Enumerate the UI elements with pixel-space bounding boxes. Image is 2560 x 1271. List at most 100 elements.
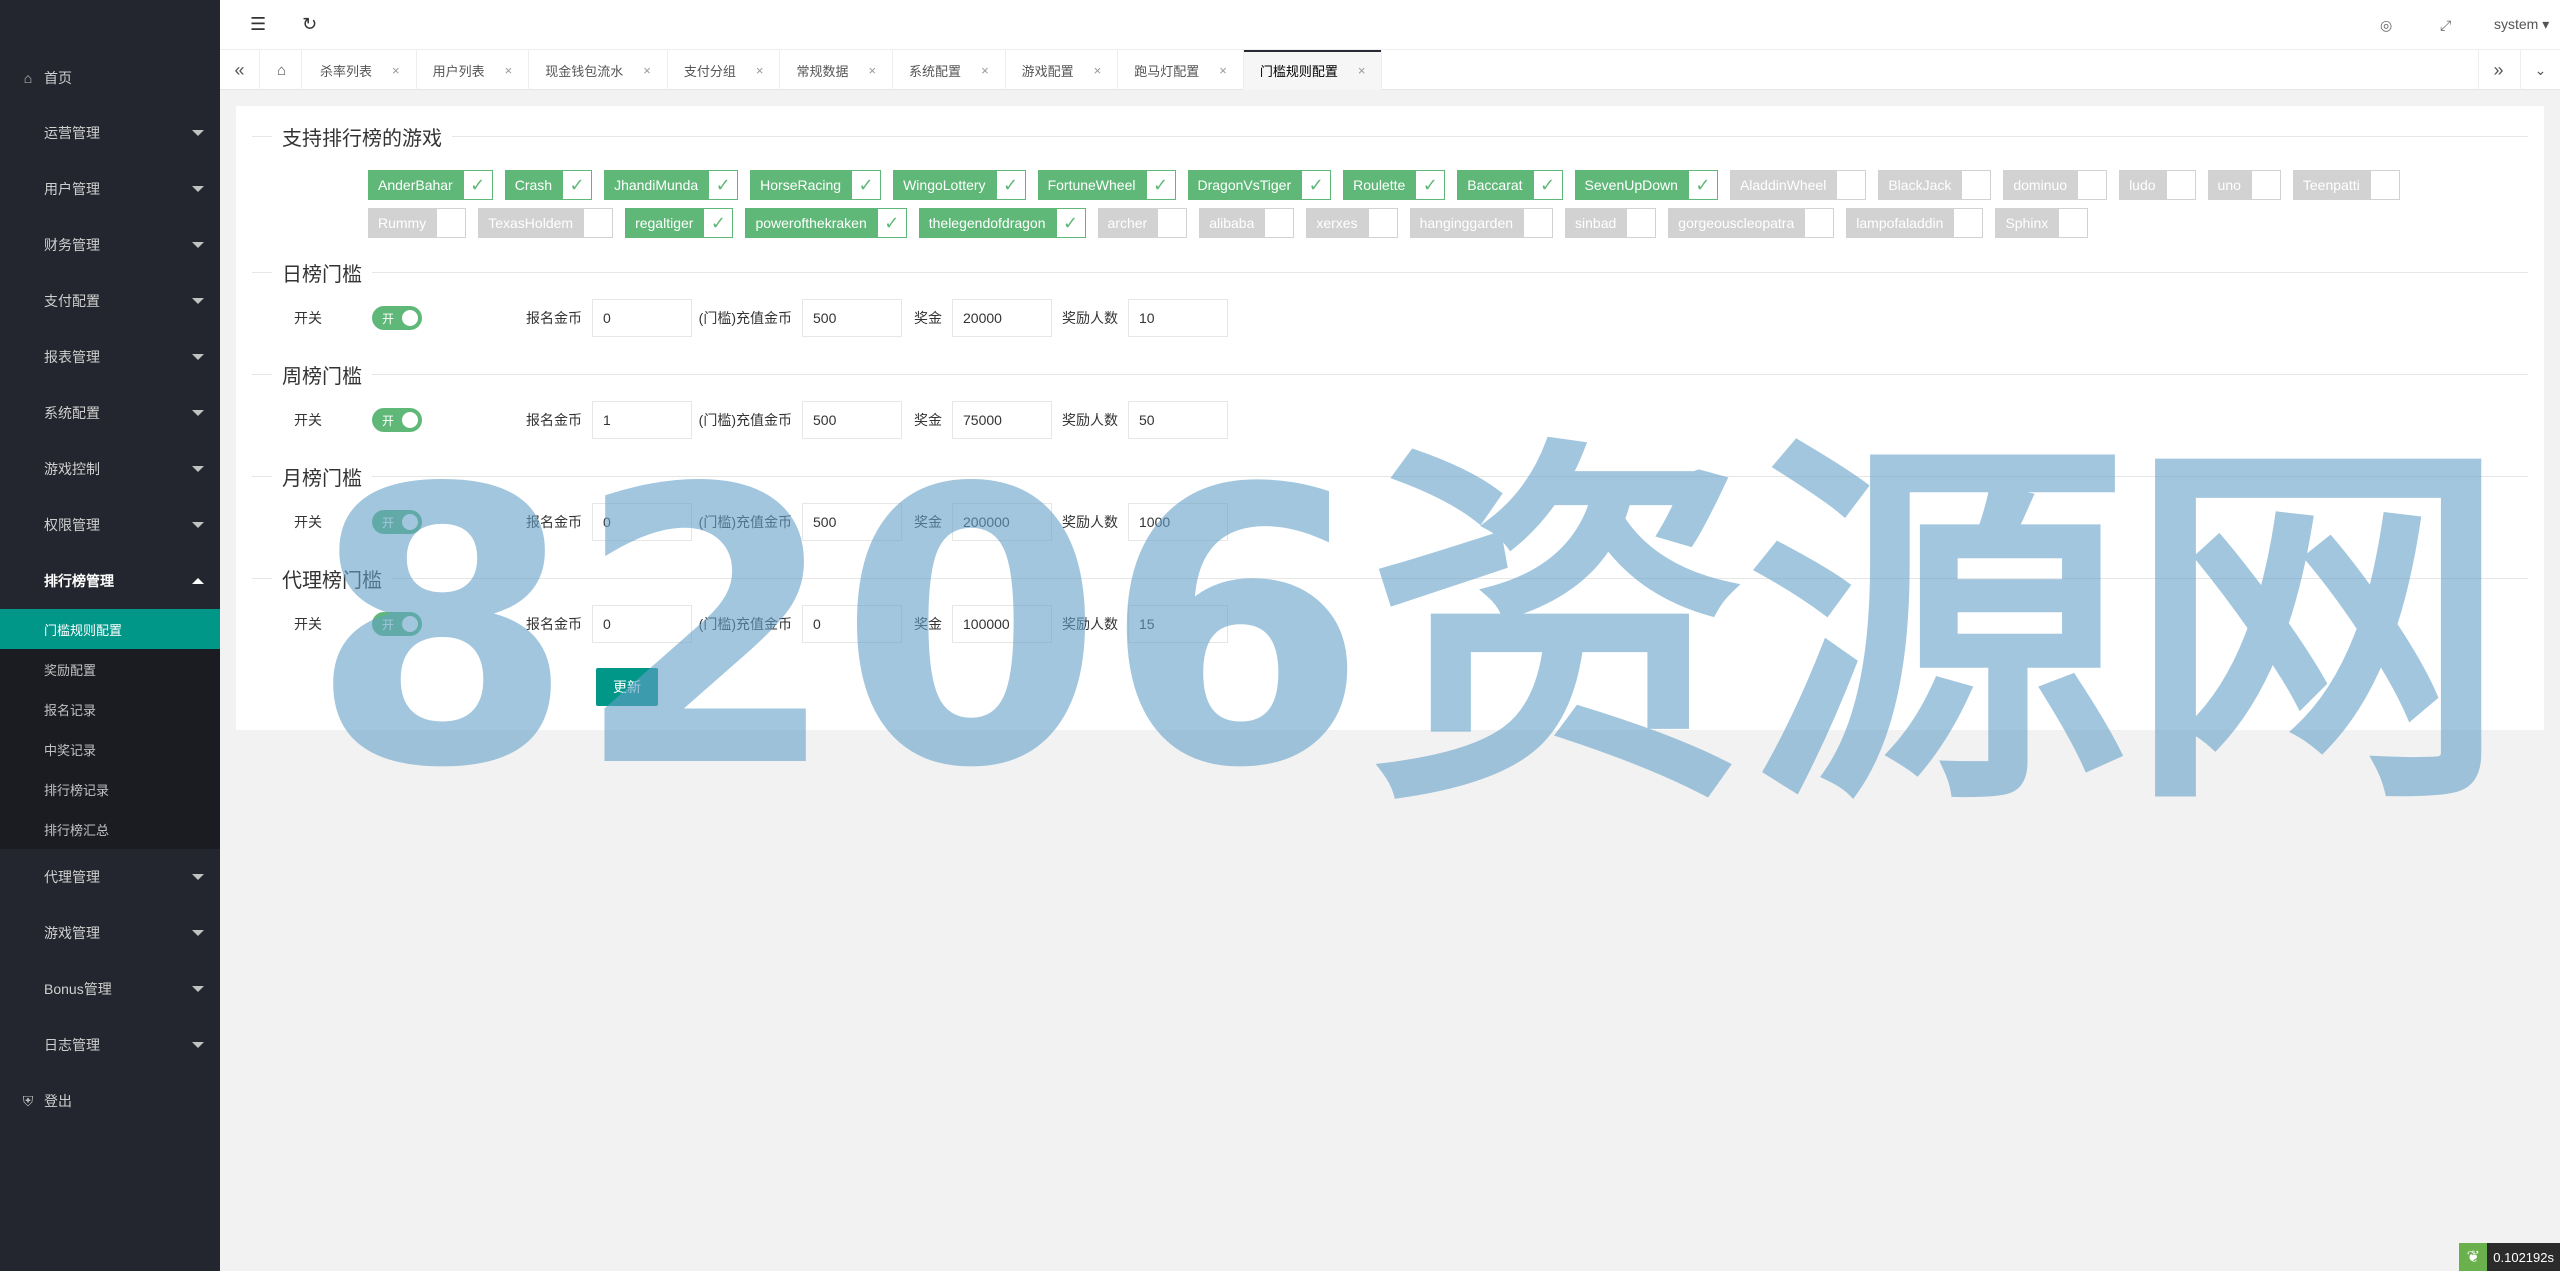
submenu-item-1[interactable]: 奖励配置 [0, 649, 220, 689]
tab-3[interactable]: 支付分组 × [668, 50, 781, 90]
sidebar-item-7[interactable]: 权限管理 [0, 497, 220, 553]
sidebar-item-after-0[interactable]: 代理管理 [0, 849, 220, 905]
enable-switch[interactable]: 开 [372, 306, 422, 330]
update-button[interactable]: 更新 [596, 668, 658, 706]
close-icon[interactable]: × [643, 63, 651, 78]
game-checkbox[interactable]: ludo [2119, 170, 2196, 200]
submenu-item-3[interactable]: 中奖记录 [0, 729, 220, 769]
close-icon[interactable]: × [868, 63, 876, 78]
close-icon[interactable]: × [1094, 63, 1102, 78]
game-checkbox[interactable]: Sphinx [1995, 208, 2089, 238]
recharge-input[interactable] [802, 401, 902, 439]
tab-1[interactable]: 用户列表 × [417, 50, 530, 90]
game-checkbox[interactable]: Roulette ✓ [1343, 170, 1446, 200]
game-checkbox[interactable]: uno [2207, 170, 2281, 200]
tab-home-icon[interactable]: ⌂ [262, 50, 302, 90]
game-checkbox[interactable]: Rummy [368, 208, 467, 238]
game-checkbox[interactable]: Crash ✓ [504, 170, 593, 200]
game-checkbox[interactable]: HorseRacing ✓ [750, 170, 882, 200]
theme-icon[interactable]: ◎ [2380, 17, 2392, 34]
game-checkbox[interactable]: SevenUpDown ✓ [1574, 170, 1718, 200]
sidebar-item-1[interactable]: 用户管理 [0, 161, 220, 217]
close-icon[interactable]: × [392, 63, 400, 78]
submenu-item-5[interactable]: 排行榜汇总 [0, 809, 220, 849]
game-checkbox[interactable]: TexasHoldem [478, 208, 614, 238]
tabs-scroll-right-icon[interactable]: » [2478, 50, 2518, 90]
game-checkbox[interactable]: Baccarat ✓ [1457, 170, 1563, 200]
game-checkbox[interactable]: Teenpatti [2292, 170, 2400, 200]
game-checkbox[interactable]: archer [1097, 208, 1188, 238]
close-icon[interactable]: × [756, 63, 764, 78]
sidebar-item-2[interactable]: 财务管理 [0, 217, 220, 273]
close-icon[interactable]: × [1358, 63, 1366, 78]
tab-0[interactable]: 杀率列表 × [304, 50, 417, 90]
prize-input[interactable] [952, 503, 1052, 541]
winners-input[interactable] [1128, 605, 1228, 643]
signup-coins-input[interactable] [592, 401, 692, 439]
sidebar-item-3[interactable]: 支付配置 [0, 273, 220, 329]
check-icon: ✓ [1301, 170, 1332, 200]
sidebar-item-logout[interactable]: ⛨ 登出 [0, 1073, 220, 1129]
enable-switch[interactable]: 开 [372, 510, 422, 534]
refresh-icon[interactable]: ↻ [302, 14, 317, 35]
game-checkbox[interactable]: BlackJack [1878, 170, 1992, 200]
submenu-item-4[interactable]: 排行榜记录 [0, 769, 220, 809]
game-checkbox[interactable]: thelegendofdragon ✓ [918, 208, 1086, 238]
recharge-input[interactable] [802, 605, 902, 643]
winners-input[interactable] [1128, 503, 1228, 541]
enable-switch[interactable]: 开 [372, 612, 422, 636]
game-checkbox[interactable]: alibaba [1199, 208, 1295, 238]
sidebar-item-leaderboard[interactable]: 排行榜管理 [0, 553, 220, 609]
signup-coins-input[interactable] [592, 605, 692, 643]
sidebar-item-0[interactable]: 运营管理 [0, 105, 220, 161]
sidebar-item-6[interactable]: 游戏控制 [0, 441, 220, 497]
prize-input[interactable] [952, 299, 1052, 337]
prize-input[interactable] [952, 605, 1052, 643]
sidebar-item-after-1[interactable]: 游戏管理 [0, 905, 220, 961]
game-checkbox[interactable]: AnderBahar ✓ [368, 170, 493, 200]
submenu-item-2[interactable]: 报名记录 [0, 689, 220, 729]
close-icon[interactable]: × [1219, 63, 1227, 78]
game-checkbox[interactable]: xerxes [1306, 208, 1398, 238]
game-checkbox[interactable]: FortuneWheel ✓ [1037, 170, 1176, 200]
enable-switch[interactable]: 开 [372, 408, 422, 432]
tab-4[interactable]: 常规数据 × [780, 50, 894, 90]
menu-toggle-icon[interactable]: ☰ [250, 14, 266, 35]
winners-input[interactable] [1128, 299, 1228, 337]
sidebar-item-home[interactable]: ⌂ 首页 [0, 50, 220, 106]
game-checkbox[interactable]: hanginggarden [1409, 208, 1554, 238]
winners-input[interactable] [1128, 401, 1228, 439]
game-checkbox[interactable]: regaltiger ✓ [625, 208, 734, 238]
recharge-input[interactable] [802, 299, 902, 337]
section-row-0: 开关 开 报名金币 (门槛)充值金币 奖金 奖励人数 [252, 298, 2252, 338]
sidebar-item-after-2[interactable]: Bonus管理 [0, 961, 220, 1017]
game-checkbox[interactable]: AladdinWheel [1729, 170, 1867, 200]
game-checkbox[interactable]: JhandiMunda ✓ [604, 170, 739, 200]
signup-coins-input[interactable] [592, 299, 692, 337]
fullscreen-icon[interactable]: ⤢ [2440, 17, 2451, 34]
game-checkbox[interactable]: DragonVsTiger ✓ [1187, 170, 1332, 200]
game-checkbox[interactable]: WingoLottery ✓ [893, 170, 1026, 200]
sidebar-item-5[interactable]: 系统配置 [0, 385, 220, 441]
game-checkbox[interactable]: dominuo [2003, 170, 2108, 200]
close-icon[interactable]: × [505, 63, 513, 78]
sidebar-item-after-3[interactable]: 日志管理 [0, 1017, 220, 1073]
tab-2[interactable]: 现金钱包流水 × [529, 50, 668, 90]
tab-6[interactable]: 游戏配置 × [1006, 50, 1119, 90]
tabs-menu-icon[interactable]: ⌄ [2520, 50, 2560, 90]
close-icon[interactable]: × [981, 63, 989, 78]
sidebar-item-4[interactable]: 报表管理 [0, 329, 220, 385]
signup-coins-input[interactable] [592, 503, 692, 541]
game-checkbox[interactable]: sinbad [1565, 208, 1657, 238]
tab-7[interactable]: 跑马灯配置 × [1118, 50, 1244, 90]
game-checkbox[interactable]: powerofthekraken ✓ [745, 208, 907, 238]
game-checkbox[interactable]: gorgeouscleopatra [1668, 208, 1835, 238]
prize-input[interactable] [952, 401, 1052, 439]
recharge-input[interactable] [802, 503, 902, 541]
tab-8[interactable]: 门槛规则配置 × [1243, 50, 1383, 90]
tabs-scroll-left-icon[interactable]: « [220, 50, 260, 90]
game-checkbox[interactable]: lampofaladdin [1846, 208, 1984, 238]
user-menu[interactable]: system ▾ [2494, 16, 2549, 33]
submenu-item-0[interactable]: 门槛规则配置 [0, 609, 220, 649]
tab-5[interactable]: 系统配置 × [893, 50, 1006, 90]
